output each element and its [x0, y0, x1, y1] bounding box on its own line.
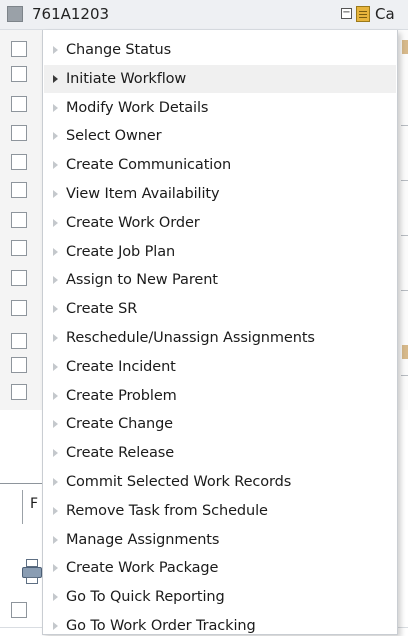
menu-item-label: Remove Task from Schedule	[66, 502, 268, 519]
row-checkbox[interactable]	[11, 41, 27, 57]
row-checkbox[interactable]	[11, 66, 27, 82]
menu-item[interactable]: Create Change	[44, 410, 396, 438]
menu-item[interactable]: Create Incident	[44, 353, 396, 381]
menu-item[interactable]: Create Communication	[44, 151, 396, 179]
table-header-row: 761A1203 − Ca	[0, 0, 408, 30]
chevron-right-icon	[44, 180, 62, 208]
chevron-right-icon	[44, 122, 62, 150]
menu-item-label: Assign to New Parent	[66, 272, 218, 289]
row-checkbox[interactable]	[11, 182, 27, 198]
row-divider	[401, 180, 408, 181]
collapse-icon[interactable]: −	[341, 8, 352, 19]
menu-item[interactable]: Create Problem	[44, 382, 396, 410]
menu-item[interactable]: Change Status	[44, 36, 396, 64]
row-checkbox[interactable]	[11, 154, 27, 170]
record-id[interactable]: 761A1203	[32, 5, 109, 23]
row-checkbox[interactable]	[11, 96, 27, 112]
menu-item[interactable]: Create Release	[44, 439, 396, 467]
chevron-right-icon	[44, 65, 62, 93]
menu-item-label: Go To Quick Reporting	[66, 589, 225, 606]
chevron-right-icon	[44, 238, 62, 266]
status-marker	[402, 40, 408, 54]
menu-item-label: Create Job Plan	[66, 243, 176, 260]
chevron-right-icon	[44, 266, 62, 294]
chevron-right-icon	[44, 295, 62, 323]
tab-edge	[22, 490, 23, 524]
row-checkbox[interactable]	[11, 125, 27, 141]
menu-item[interactable]: Assign to New Parent	[44, 266, 396, 294]
context-menu: Change Status Initiate Workflow Modify Wor…	[42, 30, 398, 635]
chevron-right-icon	[44, 94, 62, 122]
menu-item[interactable]: Go To Quick Reporting	[44, 583, 396, 611]
menu-item-label: Manage Assignments	[66, 531, 220, 548]
row-checkbox[interactable]	[11, 240, 27, 256]
menu-item[interactable]: Create Work Package	[44, 554, 396, 582]
menu-item-label: Commit Selected Work Records	[66, 474, 292, 490]
menu-item-label: View Item Availability	[66, 186, 220, 202]
menu-item[interactable]: Commit Selected Work Records	[44, 468, 396, 496]
row-divider	[401, 235, 408, 236]
tab-divider	[0, 483, 46, 484]
chevron-right-icon	[44, 382, 62, 410]
menu-item-label: Change Status	[66, 42, 172, 58]
menu-item[interactable]: Modify Work Details	[44, 94, 396, 122]
menu-item-label: Create SR	[66, 301, 138, 318]
menu-item[interactable]: Initiate Workflow	[44, 64, 396, 93]
row-checkbox[interactable]	[11, 212, 27, 228]
chevron-right-icon	[44, 410, 62, 438]
document-icon[interactable]	[356, 6, 370, 22]
menu-item-label: Create Communication	[66, 157, 232, 174]
chevron-right-icon	[44, 36, 62, 64]
row-divider	[401, 125, 408, 126]
menu-item[interactable]: Select Owner	[44, 122, 396, 150]
chevron-right-icon	[44, 324, 62, 352]
menu-item-label: Reschedule/Unassign Assignments	[66, 330, 315, 346]
menu-item-label: Go To Work Order Tracking	[66, 618, 256, 634]
row-divider	[401, 375, 408, 376]
menu-item[interactable]: Create SR	[44, 295, 396, 323]
chevron-right-icon	[44, 583, 62, 611]
row-checkbox[interactable]	[11, 602, 27, 618]
row-checkbox[interactable]	[11, 300, 27, 316]
menu-item-label: Create Release	[66, 445, 175, 462]
column-label-truncated: Ca	[375, 5, 395, 23]
chevron-right-icon	[44, 497, 62, 525]
menu-item-label: Create Work Order	[66, 214, 200, 231]
menu-item-label: Select Owner	[66, 128, 162, 145]
chevron-right-icon	[44, 353, 62, 381]
select-all-checkbox[interactable]	[7, 6, 23, 22]
menu-item-label: Initiate Workflow	[66, 70, 187, 87]
menu-item-label: Create Incident	[66, 358, 176, 375]
menu-item-label: Create Work Package	[66, 560, 219, 577]
chevron-right-icon	[44, 151, 62, 179]
menu-item[interactable]: Create Work Order	[44, 209, 396, 237]
status-marker	[402, 345, 408, 359]
menu-item[interactable]: Remove Task from Schedule	[44, 497, 396, 525]
menu-item[interactable]: Go To Work Order Tracking	[44, 612, 396, 636]
chevron-right-icon	[44, 526, 62, 554]
menu-item[interactable]: Manage Assignments	[44, 526, 396, 554]
row-checkbox[interactable]	[11, 384, 27, 400]
row-checkbox[interactable]	[11, 333, 27, 349]
menu-item-label: Create Problem	[66, 387, 177, 404]
tab-label-truncated[interactable]: F	[30, 496, 38, 512]
chevron-right-icon	[44, 209, 62, 237]
printer-icon[interactable]	[22, 559, 42, 585]
menu-item[interactable]: Reschedule/Unassign Assignments	[44, 324, 396, 352]
menu-item-label: Modify Work Details	[66, 99, 209, 116]
row-checkbox[interactable]	[11, 270, 27, 286]
chevron-right-icon	[44, 554, 62, 582]
row-checkbox[interactable]	[11, 357, 27, 373]
menu-item[interactable]: Create Job Plan	[44, 238, 396, 266]
chevron-right-icon	[44, 612, 62, 636]
chevron-right-icon	[44, 439, 62, 467]
row-divider	[401, 290, 408, 291]
menu-item[interactable]: View Item Availability	[44, 180, 396, 208]
chevron-right-icon	[44, 468, 62, 496]
menu-item-label: Create Change	[66, 416, 174, 433]
